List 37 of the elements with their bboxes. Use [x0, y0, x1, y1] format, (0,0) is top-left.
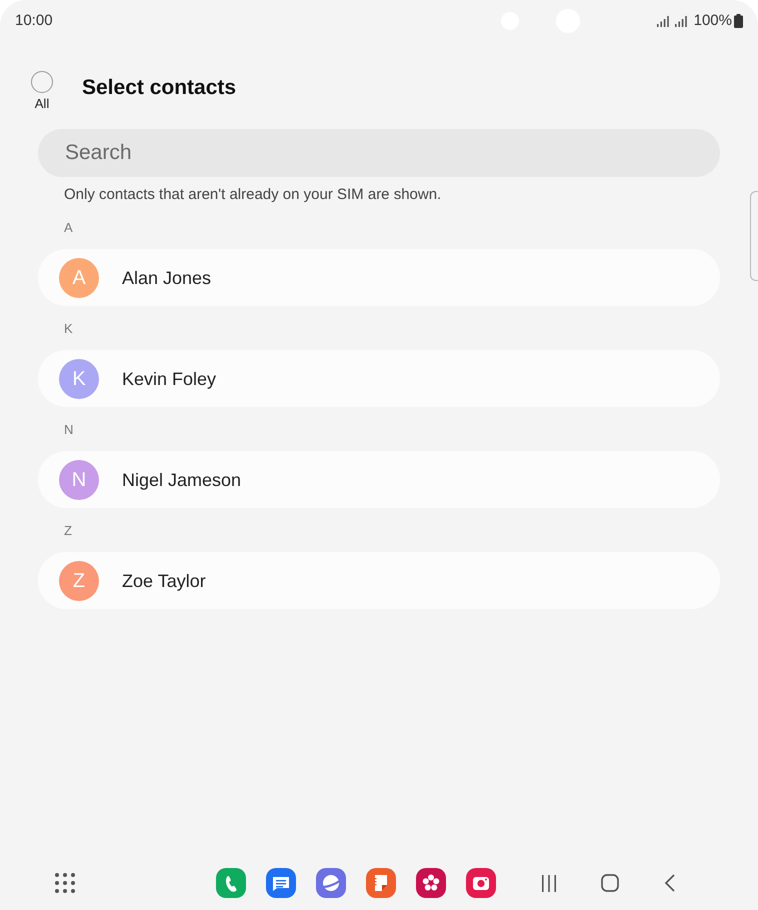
edge-panel-handle[interactable] — [750, 191, 758, 281]
contact-name: Alan Jones — [122, 266, 212, 288]
flower-app-icon[interactable] — [416, 868, 446, 898]
contact-row[interactable]: N Nigel Jameson — [38, 451, 720, 508]
search-field[interactable]: Search — [38, 129, 720, 177]
notes-app-icon[interactable] — [366, 868, 396, 898]
contact-avatar: A — [59, 258, 99, 298]
signal-icon — [656, 16, 669, 26]
screen-title: Select contacts — [82, 75, 236, 101]
select-all-checkbox[interactable] — [31, 71, 53, 93]
contact-row[interactable]: K Kevin Foley — [38, 350, 720, 407]
contact-name: Nigel Jameson — [122, 468, 242, 490]
status-time: 10:00 — [15, 12, 53, 30]
apps-grid-icon[interactable] — [55, 873, 75, 893]
signal-icon — [674, 16, 687, 26]
notice-text: Only contacts that aren't already on your SIM are shown. — [64, 185, 442, 205]
battery-percent: 100% — [694, 12, 732, 30]
battery-icon — [734, 14, 743, 28]
section-letter: Z — [64, 523, 72, 539]
back-icon[interactable] — [664, 874, 675, 892]
select-all-label: All — [34, 96, 50, 112]
contact-name: Kevin Foley — [122, 368, 216, 390]
camera-app-icon[interactable] — [466, 868, 496, 898]
phone-app-icon[interactable] — [216, 868, 246, 898]
section-letter: K — [64, 321, 73, 337]
contact-row[interactable]: A Alan Jones — [38, 249, 720, 306]
internet-app-icon[interactable] — [316, 868, 346, 898]
contact-row[interactable]: Z Zoe Taylor — [38, 552, 720, 609]
section-letter: N — [64, 422, 74, 438]
contact-avatar: N — [59, 460, 99, 500]
section-letter: A — [64, 220, 73, 236]
home-icon[interactable] — [601, 874, 619, 892]
contact-avatar: K — [59, 358, 99, 398]
recent-apps-icon[interactable] — [541, 874, 557, 892]
messages-app-icon[interactable] — [266, 868, 296, 898]
contact-avatar: Z — [59, 560, 99, 600]
contact-name: Zoe Taylor — [122, 570, 206, 592]
